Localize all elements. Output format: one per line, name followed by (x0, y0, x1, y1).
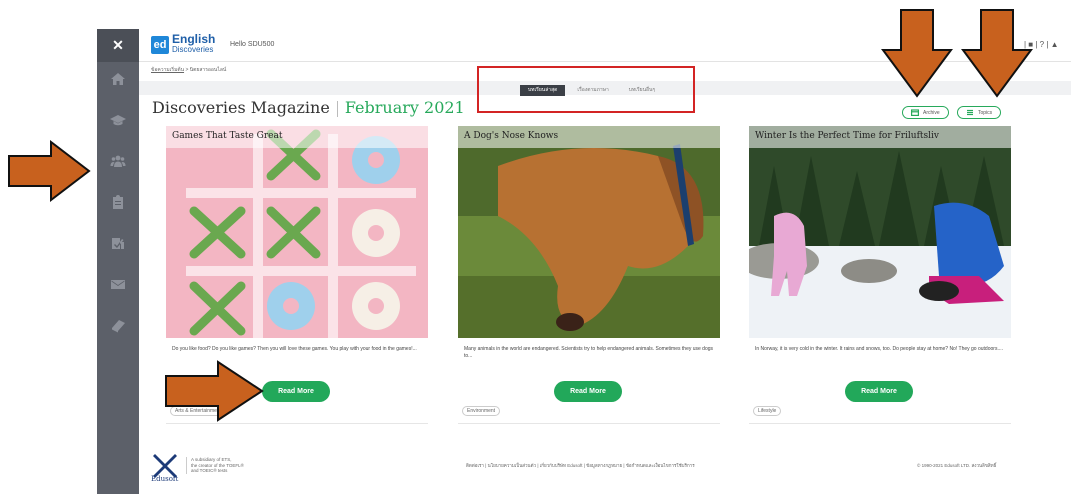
breadcrumb-current: นิตยสารออนไลน์ (189, 67, 227, 73)
article-tag[interactable]: Environment (462, 406, 501, 416)
breadcrumb: ข้อความเริ่มต้น > นิตยสารออนไลน์ (151, 66, 226, 74)
title-divider (336, 101, 338, 117)
article-description: Do you like food? Do you like games? The… (172, 346, 417, 352)
footer-subsidiary-note: A subsidiary of ETS, the creator of the … (186, 457, 244, 474)
article-description: In Norway, it is very cold in the winter… (755, 346, 1003, 352)
magazine-title: Discoveries Magazine (152, 98, 330, 117)
close-icon[interactable]: ✕ (97, 29, 139, 62)
mail-icon[interactable] (97, 273, 139, 295)
calendar-icon (911, 109, 919, 116)
card-divider (458, 423, 720, 424)
topics-label: Topics (978, 109, 993, 116)
archive-button[interactable]: Archive (902, 106, 949, 119)
graduation-cap-icon[interactable] (97, 109, 139, 131)
logo-mark[interactable]: ed (151, 36, 169, 54)
breadcrumb-separator: > (185, 67, 189, 73)
footer-subsidiary-line: and TOEIC® tests (191, 468, 228, 473)
list-icon (967, 109, 973, 116)
article-title[interactable]: Games That Taste Great (166, 126, 428, 148)
sidebar: ✕ (97, 29, 139, 494)
card-divider (166, 423, 428, 424)
edusoft-logo-text: Edusoft (151, 475, 179, 483)
topics-button[interactable]: Topics (957, 106, 1002, 119)
footer-links[interactable]: ติดต่อเรา | นโยบายความเป็นส่วนตัว | เกี่… (466, 462, 695, 469)
read-more-button[interactable]: Read More (554, 381, 622, 402)
magazine-heading: Discoveries Magazine February 2021 (152, 98, 465, 120)
article-image-food-games[interactable]: Games That Taste Great (166, 126, 428, 338)
article-tag[interactable]: Lifestyle (753, 406, 782, 416)
home-icon[interactable] (97, 68, 139, 90)
article-description: Many animals in the world are endangered… (464, 346, 714, 359)
footer-copyright: © 1990-2021 Edusoft LTD. สงวนลิขสิทธิ์ (917, 463, 997, 468)
assessment-icon[interactable] (97, 232, 139, 254)
annotation-arrow-down-icon (881, 9, 953, 98)
clipboard-icon[interactable] (97, 191, 139, 213)
annotation-arrow-right-icon (8, 140, 91, 202)
archive-label: Archive (923, 109, 940, 116)
annotation-arrow-right-icon (165, 360, 264, 422)
article-title[interactable]: Winter Is the Perfect Time for Friluftsl… (749, 126, 1011, 148)
magazine-date: February 2021 (344, 98, 465, 117)
article-title[interactable]: A Dog's Nose Knows (458, 126, 720, 148)
article-image-winter[interactable]: Winter Is the Perfect Time for Friluftsl… (749, 126, 1011, 338)
read-more-button[interactable]: Read More (845, 381, 913, 402)
community-icon[interactable] (97, 150, 139, 172)
card-divider (749, 423, 1011, 424)
user-greeting: Hello SDU500 (230, 41, 275, 48)
read-more-button[interactable]: Read More (262, 381, 330, 402)
annotation-arrow-down-icon (961, 9, 1033, 98)
logo-subtitle[interactable]: Discoveries (172, 45, 213, 55)
logo-title[interactable]: English (172, 33, 215, 45)
breadcrumb-home-link[interactable]: ข้อความเริ่มต้น (151, 67, 184, 73)
book-icon[interactable] (97, 314, 139, 336)
annotation-highlight-box (477, 66, 695, 113)
article-image-dog[interactable]: A Dog's Nose Knows (458, 126, 720, 338)
